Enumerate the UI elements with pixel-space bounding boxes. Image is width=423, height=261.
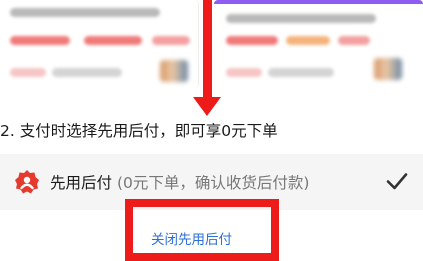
pay-later-description: (0元下单，确认收货后付款) [116,174,310,192]
blurred-title-line [10,8,160,17]
shop-thumbnail-image [160,60,188,82]
close-pay-later-link[interactable]: 关闭先用后付 [151,228,232,248]
blurred-tag [152,36,190,45]
blurred-tag [226,36,278,45]
product-card-left[interactable] [0,0,199,88]
pay-later-logo-icon [15,170,39,194]
blurred-tag [286,36,330,45]
blurred-tag [338,36,370,45]
product-card-right[interactable] [214,0,423,88]
blurred-title-line [226,14,376,23]
blurred-sales [52,68,122,77]
checkmark-icon [386,173,408,190]
red-arrow-head [193,97,221,116]
purple-banner [214,0,423,4]
blurred-price [226,68,262,77]
pay-later-title: 先用后付 [50,174,113,192]
red-arrow-down-icon [203,0,212,98]
step-instruction: 2. 支付时选择先用后付，即可享0元下单 [0,122,278,140]
blurred-price [10,68,46,77]
pay-later-label: 先用后付 (0元下单，确认收货后付款) [50,171,309,193]
blurred-tag [84,36,142,45]
shop-thumbnail-image [374,58,402,80]
blurred-sales [268,68,334,77]
blurred-tag [10,36,70,45]
